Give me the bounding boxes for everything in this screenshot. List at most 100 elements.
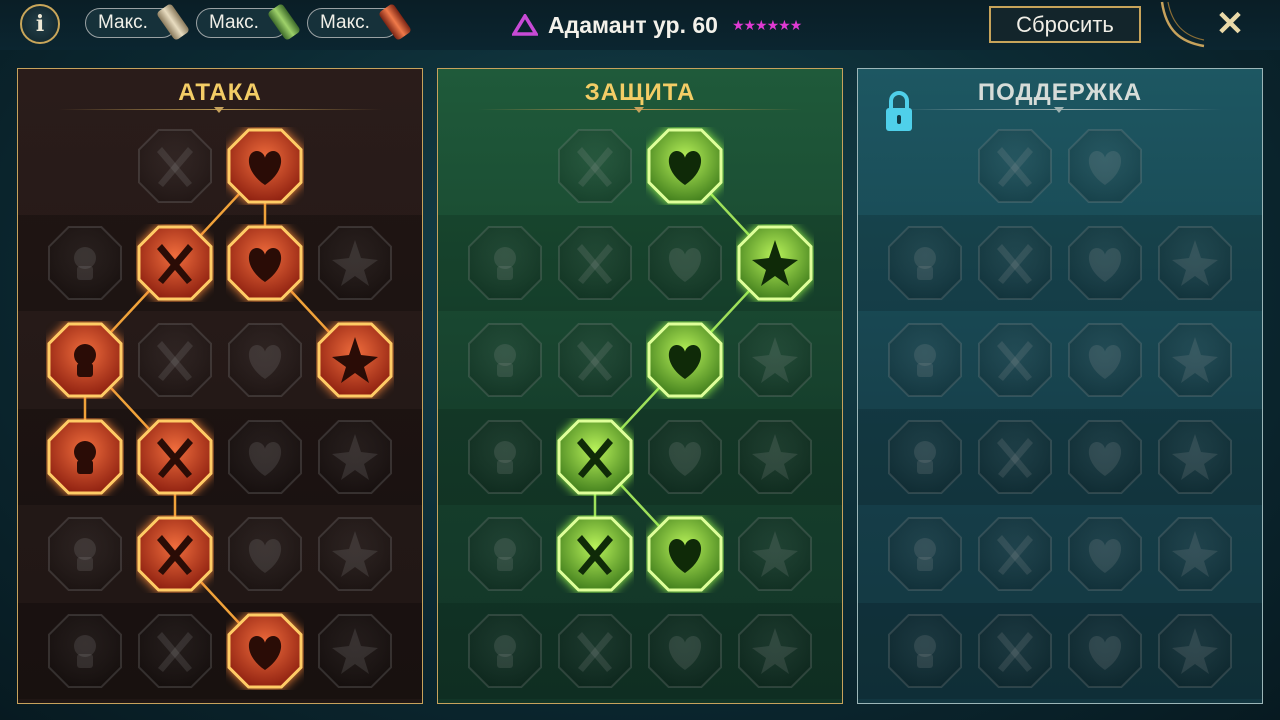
talent-node-armor-plate[interactable]: [556, 127, 634, 205]
talent-node-triple-skull[interactable]: [136, 515, 214, 593]
talent-node-lightning[interactable]: [976, 321, 1054, 399]
max-button-3[interactable]: Макс.: [307, 2, 413, 42]
winged-boot-icon: [978, 517, 1052, 591]
talent-node-poison-drops[interactable]: [556, 515, 634, 593]
talent-node-demon-bust[interactable]: [46, 224, 124, 302]
talent-node-bald-head[interactable]: [736, 321, 814, 399]
talent-node-shield-guard[interactable]: [556, 321, 634, 399]
talent-node-claw-slash[interactable]: [46, 515, 124, 593]
talent-node-twin-figures[interactable]: [1156, 321, 1234, 399]
reset-button[interactable]: Сбросить: [989, 6, 1141, 43]
talent-node-fanged-mouth[interactable]: [136, 321, 214, 399]
talent-node-eye[interactable]: [1066, 515, 1144, 593]
talent-node-shield-arrow[interactable]: [556, 612, 634, 690]
talent-node-flaming-sword[interactable]: [136, 224, 214, 302]
talent-node-winged-skull[interactable]: [976, 612, 1054, 690]
hooded-skull-icon: [228, 323, 302, 397]
talent-node-pierced-figure[interactable]: [1156, 515, 1234, 593]
talent-node-horned-demon[interactable]: [226, 612, 304, 690]
praying-hands-icon: [888, 226, 962, 300]
talent-node-axe[interactable]: [226, 418, 304, 496]
talent-node-flexing-figure[interactable]: [316, 515, 394, 593]
heart-anatomy-icon: [558, 226, 632, 300]
talent-node-broken-sword[interactable]: [46, 612, 124, 690]
talent-node-chest-armor[interactable]: [466, 224, 544, 302]
talent-node-skull-heart[interactable]: [646, 321, 724, 399]
talent-node-swirl-eye[interactable]: [1066, 127, 1144, 205]
fist-sword-icon: [137, 419, 213, 495]
talent-node-rage-face[interactable]: [1156, 418, 1234, 496]
talent-node-blessed-figure[interactable]: [886, 321, 964, 399]
talent-node-crossed-swords[interactable]: [136, 127, 214, 205]
talent-node-scythe-hand[interactable]: [316, 321, 394, 399]
talent-node-hooded-skull[interactable]: [226, 321, 304, 399]
talent-node-defending-figure[interactable]: [466, 321, 544, 399]
info-icon: i: [35, 11, 45, 37]
info-button[interactable]: i: [20, 4, 60, 44]
talent-node-praying-hands[interactable]: [886, 224, 964, 302]
talent-node-knight-helmet[interactable]: [136, 612, 214, 690]
talent-node-sword-arc[interactable]: [226, 515, 304, 593]
flaming-sword-icon: [137, 225, 213, 301]
talent-node-meteor[interactable]: [976, 418, 1054, 496]
talent-node-heart-plus[interactable]: [976, 127, 1054, 205]
talent-node-strongman[interactable]: [736, 612, 814, 690]
max-button-2[interactable]: Макс.: [196, 2, 302, 42]
talent-node-open-hand[interactable]: [646, 418, 724, 496]
cracked-heart-icon: [318, 226, 392, 300]
talent-node-open-book[interactable]: [1066, 418, 1144, 496]
round-shield-icon: [978, 226, 1052, 300]
talent-node-winged-boot[interactable]: [976, 515, 1054, 593]
talent-node-potion[interactable]: [886, 612, 964, 690]
chained-heart-icon: [888, 420, 962, 494]
crossed-swords-icon: [138, 129, 212, 203]
skull-flames-icon: [318, 614, 392, 688]
talent-node-swirl[interactable]: [736, 515, 814, 593]
talent-node-heart-anatomy[interactable]: [556, 224, 634, 302]
talent-node-hourglass-skull[interactable]: [556, 418, 634, 496]
talent-node-round-shield[interactable]: [976, 224, 1054, 302]
shield-arrow-icon: [558, 614, 632, 688]
top-bar: i Макс. Макс. Макс. Адамант ур. 60 ★★★★★…: [0, 0, 1280, 50]
talent-node-bull-head[interactable]: [736, 418, 814, 496]
talent-node-brute-figure[interactable]: [646, 224, 724, 302]
talent-node-running-figure[interactable]: [466, 515, 544, 593]
talent-node-eagle-head[interactable]: [1156, 612, 1234, 690]
max-button-1[interactable]: Макс.: [85, 2, 191, 42]
talent-node-cracked-heart[interactable]: [316, 224, 394, 302]
talent-node-fist-crush[interactable]: [1066, 612, 1144, 690]
talent-node-broken-shield[interactable]: [226, 224, 304, 302]
talent-node-radiant-skull[interactable]: [646, 515, 724, 593]
knight-helmet-icon: [138, 614, 212, 688]
talent-node-chained-heart[interactable]: [886, 418, 964, 496]
talent-node-muscle-figure[interactable]: [646, 612, 724, 690]
talent-node-cracked-ground[interactable]: [1066, 321, 1144, 399]
close-icon: ✕: [1215, 5, 1245, 43]
talent-node-fist-sword[interactable]: [136, 418, 214, 496]
bleeding-heart-icon: [47, 419, 123, 495]
max-button-label: Макс.: [209, 12, 259, 33]
lightning-icon: [978, 323, 1052, 397]
talent-node-hands-up[interactable]: [466, 612, 544, 690]
bald-head-icon: [738, 323, 812, 397]
talent-node-compass-star[interactable]: [886, 515, 964, 593]
close-button[interactable]: ✕: [1210, 4, 1250, 44]
talent-node-slashing-dagger[interactable]: [226, 127, 304, 205]
chest-armor-icon: [468, 226, 542, 300]
support-panel: ПОДДЕРЖКА: [857, 68, 1263, 704]
brute-figure-icon: [648, 226, 722, 300]
demon-bust-icon: [48, 226, 122, 300]
raised-fist-icon: [647, 128, 723, 204]
talent-node-speed-lines[interactable]: [1156, 224, 1234, 302]
talent-node-raised-fist[interactable]: [646, 127, 724, 205]
talent-node-bleeding-heart[interactable]: [46, 418, 124, 496]
radiant-skull-icon: [647, 516, 723, 592]
rage-face-icon: [1158, 420, 1232, 494]
talent-node-arrow-pierced-body[interactable]: [46, 321, 124, 399]
talent-node-crossed-blades[interactable]: [736, 224, 814, 302]
swirl-icon: [738, 517, 812, 591]
talent-node-lightning-chain[interactable]: [316, 418, 394, 496]
talent-node-two-figures[interactable]: [466, 418, 544, 496]
talent-node-skull-flames[interactable]: [316, 612, 394, 690]
talent-node-smoke-skull[interactable]: [1066, 224, 1144, 302]
